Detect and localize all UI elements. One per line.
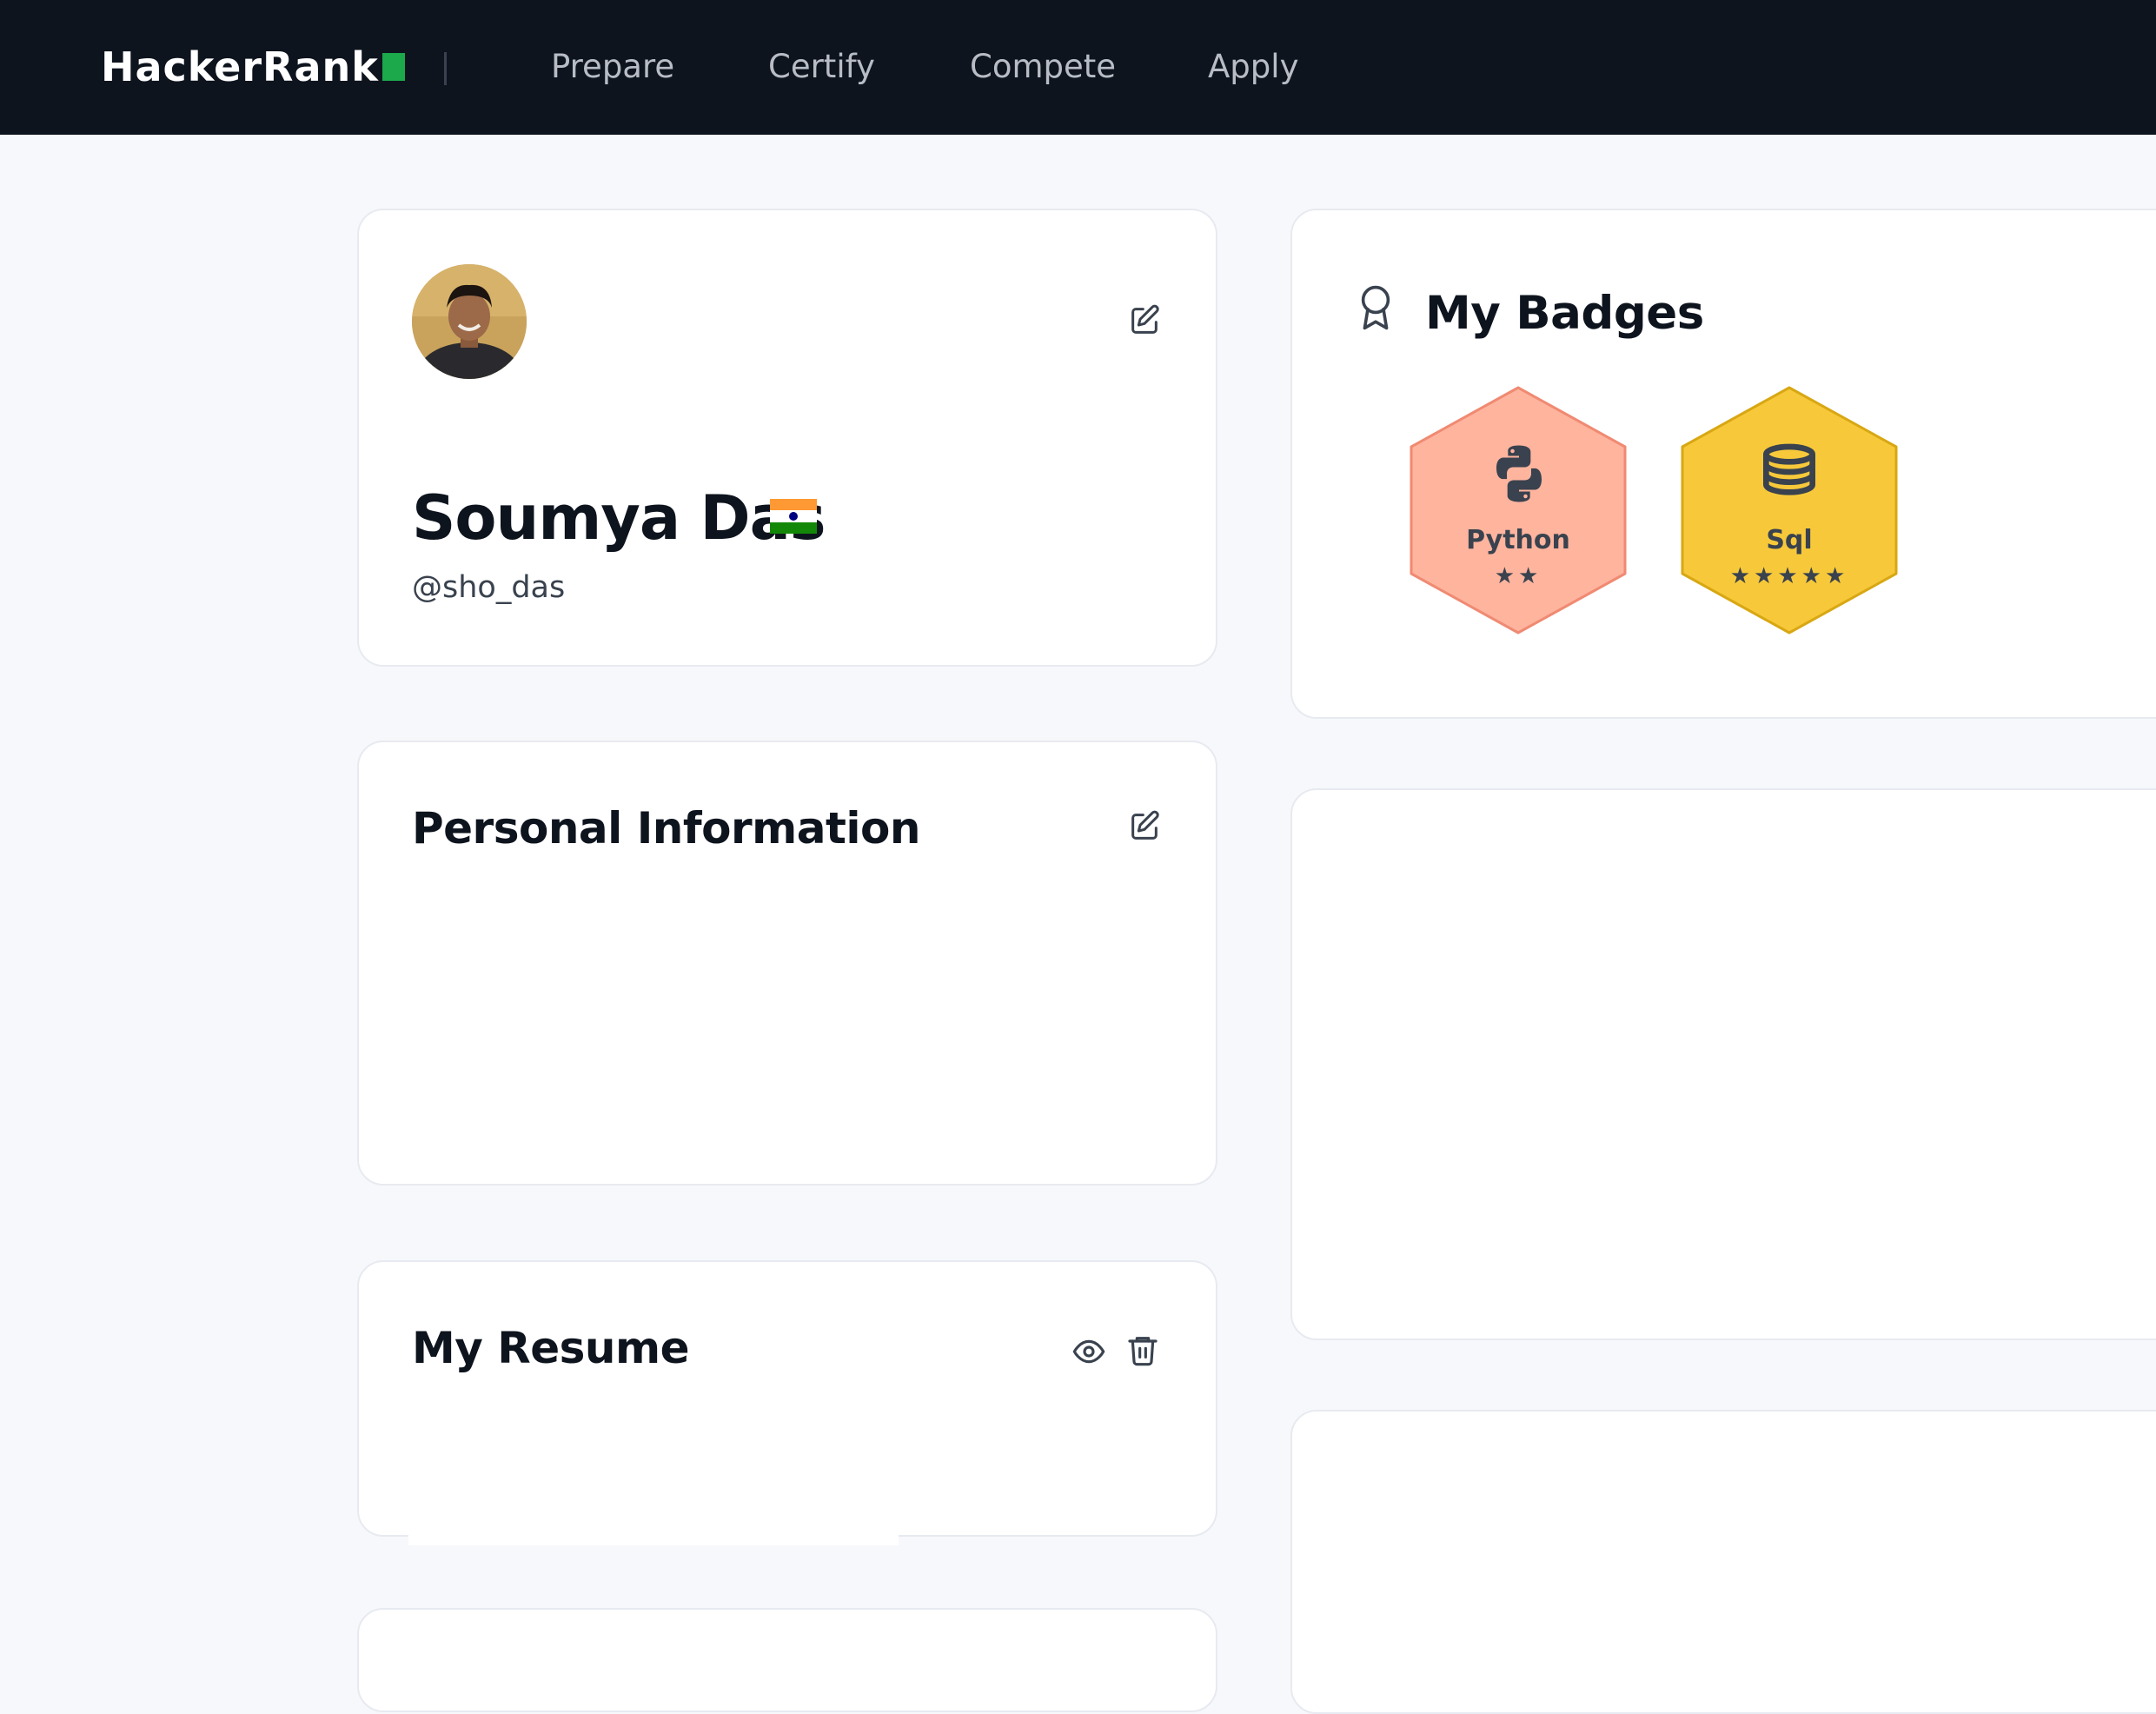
avatar-image bbox=[412, 264, 527, 379]
ribbon-award-icon bbox=[1354, 283, 1397, 332]
badges-title: My Badges bbox=[1425, 287, 1704, 340]
python-badge-label: Python bbox=[1466, 525, 1570, 555]
right-card-3 bbox=[1290, 1410, 2156, 1714]
delete-resume-trash-icon[interactable] bbox=[1123, 1330, 1163, 1370]
bottom-left-card bbox=[357, 1608, 1217, 1712]
resume-card bbox=[357, 1260, 1217, 1537]
edit-profile-icon[interactable] bbox=[1124, 301, 1164, 341]
logo-text[interactable]: HackerRank bbox=[101, 43, 379, 90]
profile-name: Soumya Das bbox=[412, 482, 826, 554]
logo-block-icon bbox=[381, 53, 405, 81]
profile-handle: @sho_das bbox=[412, 570, 566, 605]
nav-compete[interactable]: Compete bbox=[970, 48, 1116, 85]
nav-divider bbox=[444, 52, 447, 85]
right-card-2 bbox=[1290, 788, 2156, 1340]
sql-badge-hexagon bbox=[1681, 386, 1898, 634]
python-badge[interactable]: Python ★★ bbox=[1404, 384, 1632, 636]
database-icon bbox=[1763, 443, 1815, 495]
edit-personal-info-icon[interactable] bbox=[1124, 807, 1164, 847]
python-badge-stars: ★★ bbox=[1494, 563, 1542, 589]
python-badge-hexagon bbox=[1410, 386, 1627, 634]
india-flag-icon bbox=[770, 499, 817, 534]
sql-badge-stars: ★★★★★ bbox=[1729, 563, 1849, 589]
avatar[interactable] bbox=[412, 264, 527, 379]
nav-apply[interactable]: Apply bbox=[1208, 48, 1298, 85]
view-resume-eye-icon[interactable] bbox=[1069, 1332, 1109, 1372]
resume-title: My Resume bbox=[412, 1323, 690, 1373]
nav-prepare[interactable]: Prepare bbox=[551, 48, 674, 85]
resume-card-overflow-strip bbox=[408, 1528, 899, 1545]
nav-certify[interactable]: Certify bbox=[768, 48, 875, 85]
top-navbar: HackerRank Prepare Certify Compete Apply bbox=[0, 0, 2156, 135]
sql-badge-label: Sql bbox=[1766, 525, 1813, 555]
personal-info-title: Personal Information bbox=[412, 803, 921, 854]
hackerrank-logo[interactable]: HackerRank bbox=[101, 43, 405, 90]
sql-badge[interactable]: Sql ★★★★★ bbox=[1675, 384, 1903, 636]
python-icon bbox=[1496, 445, 1542, 502]
